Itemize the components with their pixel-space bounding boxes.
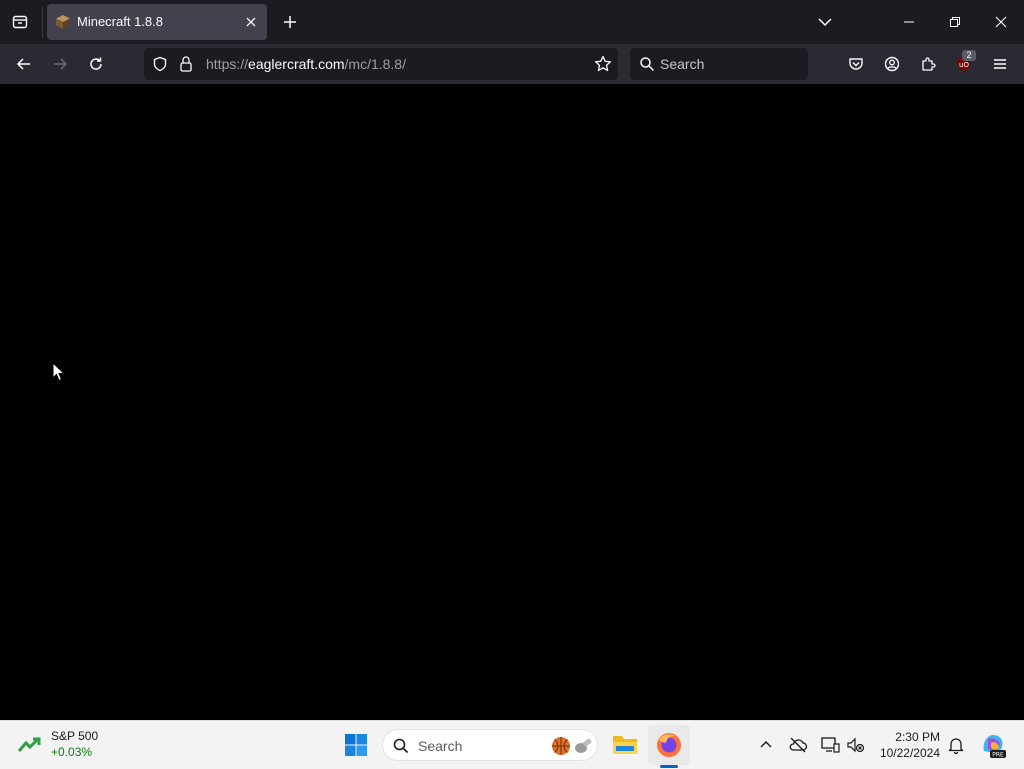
svg-text:uO: uO xyxy=(959,61,969,69)
search-bar[interactable]: Search xyxy=(630,48,808,80)
whistle-icon xyxy=(575,738,592,753)
firefox-view-icon xyxy=(12,15,28,29)
account-button[interactable] xyxy=(876,48,908,80)
folder-icon xyxy=(613,736,637,754)
close-icon xyxy=(246,17,256,27)
firefox-icon xyxy=(657,733,681,757)
minecraft-block-icon xyxy=(56,15,70,29)
windows-logo-icon xyxy=(345,734,367,756)
tab-title: Minecraft 1.8.8 xyxy=(77,14,163,29)
network-button[interactable] xyxy=(820,735,840,755)
url-path: /mc/1.8.8/ xyxy=(344,56,406,72)
arrow-left-icon xyxy=(16,58,30,70)
clock-time: 2:30 PM xyxy=(895,730,940,744)
stock-name: S&P 500 xyxy=(51,729,99,743)
account-icon xyxy=(884,56,900,72)
url-bar[interactable]: https://eaglercraft.com/mc/1.8.8/ xyxy=(144,48,618,80)
clock-date: 10/22/2024 xyxy=(879,746,940,760)
reload-button[interactable] xyxy=(80,48,112,80)
pocket-icon xyxy=(849,58,863,70)
tracking-protection-shield-icon[interactable] xyxy=(152,56,168,72)
restore-icon xyxy=(950,17,960,27)
puzzle-piece-icon xyxy=(922,57,936,71)
url-prefix: https:// xyxy=(206,56,249,72)
restore-button[interactable] xyxy=(932,0,978,44)
tab-close-button[interactable] xyxy=(241,12,261,32)
url-host: eaglercraft.com xyxy=(248,56,345,72)
basketball-icon xyxy=(552,737,570,755)
reload-icon xyxy=(90,57,102,70)
start-button[interactable] xyxy=(340,729,372,761)
taskbar-search-box[interactable]: Search xyxy=(382,729,598,761)
tab-separator xyxy=(42,6,43,38)
chevron-down-icon xyxy=(818,18,832,27)
bell-icon xyxy=(948,738,964,755)
extensions-button[interactable] xyxy=(912,48,944,80)
taskbar-search-placeholder: Search xyxy=(418,738,463,754)
navigation-toolbar: https://eaglercraft.com/mc/1.8.8/ Search xyxy=(0,44,1024,84)
close-icon xyxy=(995,16,1007,28)
plus-icon xyxy=(284,16,296,28)
app-menu-button[interactable] xyxy=(984,48,1016,80)
network-monitor-icon xyxy=(821,737,840,753)
show-hidden-icons-button[interactable] xyxy=(756,735,776,755)
stock-trend-icon xyxy=(18,737,41,752)
onedrive-button[interactable] xyxy=(788,735,808,755)
copilot-button[interactable]: PRE xyxy=(980,731,1006,759)
chevron-up-icon xyxy=(760,741,772,748)
list-all-tabs-button[interactable] xyxy=(810,8,840,36)
copilot-icon: PRE xyxy=(983,735,1006,759)
new-tab-button[interactable] xyxy=(276,8,304,36)
search-icon xyxy=(393,738,409,754)
speaker-muted-icon xyxy=(847,737,865,753)
firefox-view-button[interactable] xyxy=(4,6,36,38)
volume-button[interactable] xyxy=(846,735,866,755)
minimize-icon xyxy=(904,21,914,23)
extension-badge: 2 xyxy=(962,50,976,61)
taskbar: S&P 500 +0.03% Search 2:30 PM 10/22/2024… xyxy=(0,720,1024,769)
window-close-button[interactable] xyxy=(978,0,1024,44)
search-placeholder: Search xyxy=(660,56,705,72)
cloud-offline-icon xyxy=(789,737,808,753)
url-text[interactable]: https://eaglercraft.com/mc/1.8.8/ xyxy=(206,56,406,72)
lock-icon[interactable] xyxy=(179,55,193,73)
forward-button[interactable] xyxy=(44,48,76,80)
bookmark-star-icon[interactable] xyxy=(594,55,612,73)
hamburger-menu-icon xyxy=(994,59,1006,69)
tab-strip: Minecraft 1.8.8 xyxy=(0,0,1024,44)
svg-text:PRE: PRE xyxy=(992,752,1004,759)
stock-change: +0.03% xyxy=(51,745,93,759)
file-explorer-button[interactable] xyxy=(608,727,642,763)
page-content-canvas[interactable] xyxy=(0,84,1024,720)
pocket-button[interactable] xyxy=(840,48,872,80)
back-button[interactable] xyxy=(8,48,40,80)
notifications-button[interactable] xyxy=(946,735,966,755)
minimize-button[interactable] xyxy=(886,0,932,44)
search-icon xyxy=(640,57,655,72)
mouse-cursor-icon xyxy=(52,362,66,382)
arrow-right-icon xyxy=(54,58,68,70)
active-tab[interactable]: Minecraft 1.8.8 xyxy=(47,4,267,40)
firefox-taskbar-button[interactable] xyxy=(648,725,690,765)
